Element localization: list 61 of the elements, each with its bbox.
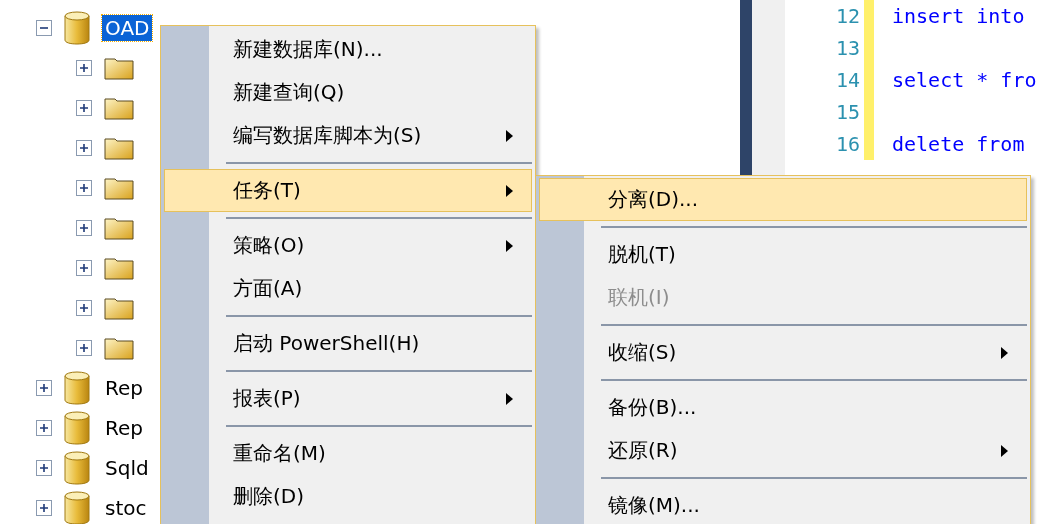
line-number: 13	[834, 35, 860, 62]
menu-item[interactable]: 还原(R)	[539, 429, 1027, 472]
expand-icon[interactable]	[76, 220, 92, 236]
menu-item[interactable]: 启动 PowerShell(H)	[164, 322, 532, 365]
expand-icon[interactable]	[36, 500, 52, 516]
menu-item[interactable]: 报表(P)	[164, 377, 532, 420]
expand-icon[interactable]	[36, 460, 52, 476]
folder-icon	[104, 216, 134, 240]
code-line: select * fro	[892, 67, 1037, 94]
submenu-arrow-icon	[506, 184, 513, 197]
menu-item[interactable]: 备份(B)...	[539, 386, 1027, 429]
folder-icon	[104, 56, 134, 80]
expand-icon[interactable]	[76, 340, 92, 356]
menu-item[interactable]: 策略(O)	[164, 224, 532, 267]
tree-item[interactable]: Rep	[102, 415, 146, 441]
tree-item[interactable]: stoc	[102, 495, 150, 521]
expand-icon[interactable]	[76, 180, 92, 196]
line-number: 12	[834, 3, 860, 30]
submenu-arrow-icon	[506, 392, 513, 405]
collapse-icon[interactable]	[36, 20, 52, 36]
tree-item[interactable]: OAD	[102, 15, 153, 41]
menu-item[interactable]: 新建数据库(N)...	[164, 28, 532, 71]
line-number: 14	[834, 67, 860, 94]
line-number: 16	[834, 131, 860, 158]
menu-item[interactable]: 编写数据库脚本为(S)	[164, 114, 532, 157]
menu-item[interactable]: 分离(D)...	[539, 178, 1027, 221]
database-icon	[64, 371, 90, 405]
database-icon	[64, 491, 90, 524]
expand-icon[interactable]	[76, 140, 92, 156]
folder-icon	[104, 176, 134, 200]
submenu-arrow-icon	[506, 129, 513, 142]
expand-icon[interactable]	[76, 300, 92, 316]
menu-item[interactable]: 收缩(S)	[539, 331, 1027, 374]
menu-item[interactable]: 删除(D)	[164, 475, 532, 518]
menu-item[interactable]: 新建查询(Q)	[164, 71, 532, 114]
database-icon	[64, 11, 90, 45]
folder-icon	[104, 96, 134, 120]
tree-item[interactable]: Sqld	[102, 455, 152, 481]
menu-item[interactable]: 任务(T)	[164, 169, 532, 212]
menu-item[interactable]: 镜像(M)...	[539, 484, 1027, 524]
expand-icon[interactable]	[76, 100, 92, 116]
menu-item[interactable]: 方面(A)	[164, 267, 532, 310]
expand-icon[interactable]	[36, 380, 52, 396]
folder-icon	[104, 336, 134, 360]
folder-icon	[104, 256, 134, 280]
submenu-arrow-icon	[1001, 444, 1008, 457]
menu-item[interactable]: 重命名(M)	[164, 432, 532, 475]
expand-icon[interactable]	[76, 60, 92, 76]
expand-icon[interactable]	[36, 420, 52, 436]
database-icon	[64, 451, 90, 485]
line-number: 15	[834, 99, 860, 126]
menu-item[interactable]: 脱机(T)	[539, 233, 1027, 276]
submenu-arrow-icon	[506, 239, 513, 252]
code-line: insert into	[892, 3, 1026, 30]
expand-icon[interactable]	[76, 260, 92, 276]
tree-item[interactable]: Rep	[102, 375, 146, 401]
database-icon	[64, 411, 90, 445]
folder-icon	[104, 296, 134, 320]
code-line: delete from	[892, 131, 1026, 158]
submenu-arrow-icon	[1001, 346, 1008, 359]
folder-icon	[104, 136, 134, 160]
